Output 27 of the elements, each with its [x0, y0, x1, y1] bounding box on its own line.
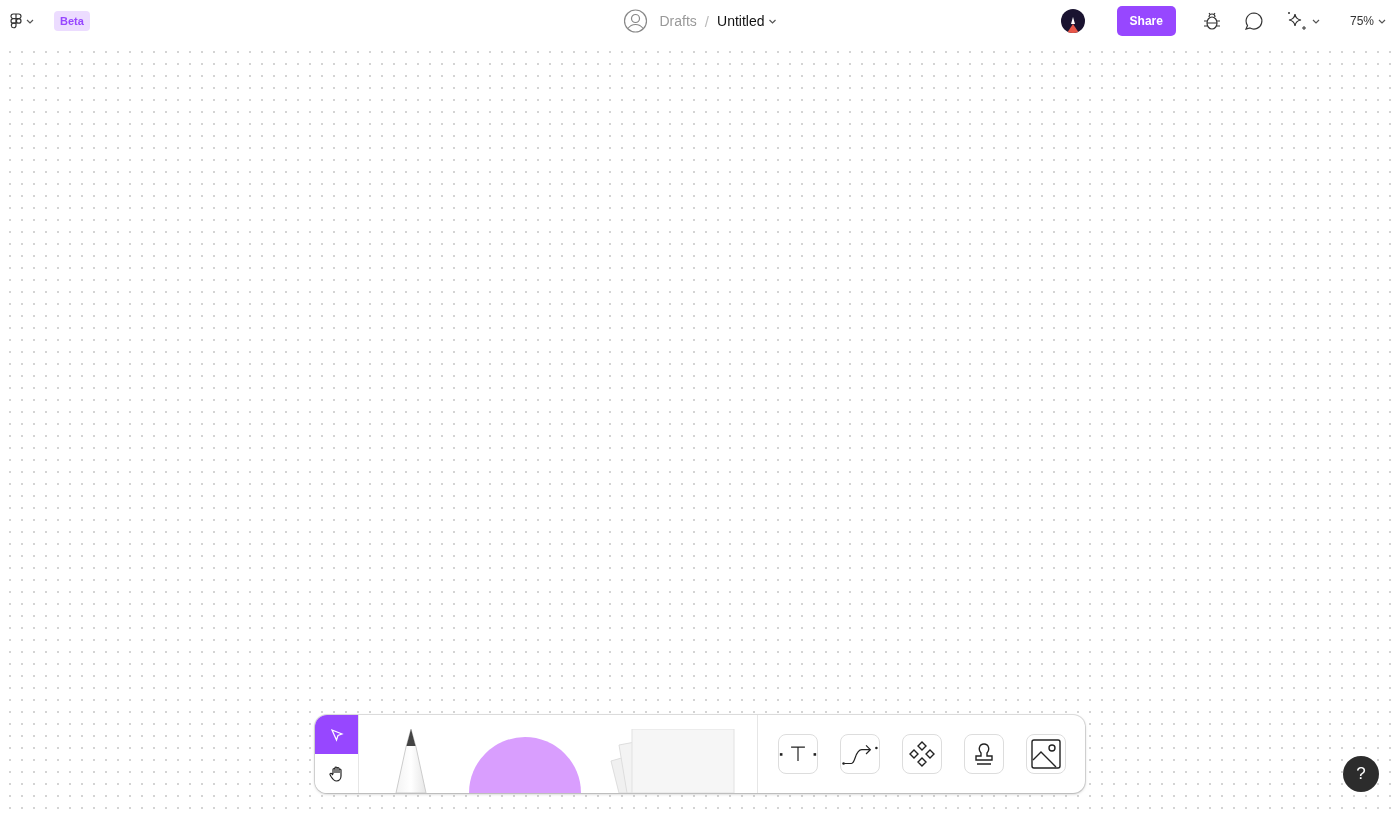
avatar[interactable] — [1060, 9, 1085, 33]
beta-badge: Beta — [54, 11, 90, 31]
logo-icon — [10, 12, 22, 30]
comment-icon — [1243, 11, 1264, 31]
image-icon — [1029, 738, 1062, 770]
chevron-down-icon — [1378, 18, 1386, 24]
file-name-button[interactable]: Untitled — [717, 13, 777, 29]
share-button[interactable]: Share — [1116, 6, 1176, 36]
zoom-menu-button[interactable]: 75% — [1347, 12, 1388, 30]
chevron-down-icon — [768, 18, 777, 24]
stamp-icon — [973, 741, 994, 767]
hand-tool-button[interactable] — [315, 754, 358, 793]
chevron-down-icon — [1311, 18, 1320, 24]
help-button[interactable]: ? — [1343, 756, 1379, 792]
image-tool-button[interactable] — [1025, 734, 1066, 774]
stamp-tool-button[interactable] — [963, 734, 1004, 774]
connector-tool-button[interactable] — [839, 734, 880, 774]
component-tool-button[interactable] — [901, 734, 942, 774]
text-tool-button[interactable] — [777, 734, 818, 774]
cursor-icon — [329, 727, 344, 742]
component-icon — [907, 740, 936, 768]
select-tool-button[interactable] — [315, 715, 358, 754]
bug-icon — [1201, 11, 1222, 31]
sparkle-icon — [1285, 11, 1308, 31]
chevron-down-icon — [26, 18, 34, 24]
user-icon — [623, 9, 648, 33]
breadcrumb-separator: / — [704, 12, 709, 30]
